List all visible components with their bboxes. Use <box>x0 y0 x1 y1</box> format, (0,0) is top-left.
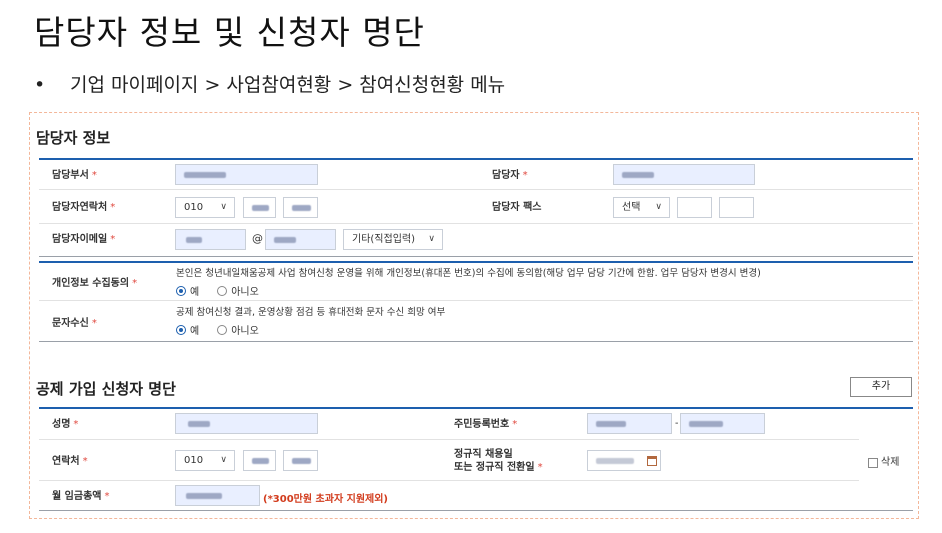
chevron-down-icon: ∨ <box>655 202 662 212</box>
row-divider <box>39 223 913 224</box>
fax-mid-input[interactable] <box>677 197 712 218</box>
sms-text: 공제 참여신청 결과, 운영상황 점검 등 휴대전화 문자 수신 희망 여부 <box>176 307 446 318</box>
applicant-name-input[interactable] <box>175 413 318 434</box>
dept-label: 담당부서 * <box>52 170 97 181</box>
email-domain-input[interactable] <box>265 229 336 250</box>
consent-divider <box>39 261 913 263</box>
bullet-text: • 기업 마이페이지 > 사업참여현황 > 참여신청현황 메뉴 <box>34 70 505 97</box>
privacy-yes-radio[interactable] <box>176 285 186 296</box>
email-id-input[interactable] <box>175 229 246 250</box>
chevron-down-icon: ∨ <box>428 234 435 244</box>
manager-phone-last-input[interactable] <box>283 197 318 218</box>
row-divider <box>39 439 859 440</box>
privacy-consent-label: 개인정보 수집동의 * <box>52 278 138 289</box>
manager-name-input[interactable] <box>613 164 755 185</box>
rrn-front-input[interactable] <box>587 413 672 434</box>
manager-email-label: 담당자이메일 * <box>52 234 116 245</box>
manager-phone-label: 담당자연락처 * <box>52 202 116 213</box>
applicant-phone-prefix-select[interactable]: 010 ∨ <box>175 450 235 471</box>
hire-date-label: 정규직 채용일 또는 정규직 전환일 * <box>454 449 543 473</box>
calendar-icon[interactable] <box>647 456 657 466</box>
privacy-yes-label: 예 <box>190 287 200 298</box>
email-domain-select[interactable]: 기타(직접입력) ∨ <box>343 229 443 250</box>
manager-section-divider <box>39 158 913 160</box>
manager-phone-prefix-select[interactable]: 010 ∨ <box>175 197 235 218</box>
bullet-dot: • <box>34 74 46 96</box>
applicant-name-label: 성명 * <box>52 419 79 430</box>
row-divider <box>39 300 913 301</box>
fax-last-input[interactable] <box>719 197 754 218</box>
rrn-dash: - <box>675 418 679 429</box>
sms-yes-label: 예 <box>190 326 200 337</box>
slide-title: 담당자 정보 및 신청자 명단 <box>34 13 425 52</box>
row-divider <box>39 480 859 481</box>
manager-phone-mid-input[interactable] <box>243 197 276 218</box>
delete-label: 삭제 <box>881 457 900 468</box>
salary-input[interactable] <box>175 485 260 506</box>
privacy-consent-options: 예 아니오 <box>176 283 259 298</box>
bullet-label: 기업 마이페이지 > 사업참여현황 > 참여신청현황 메뉴 <box>70 74 506 96</box>
manager-section-title: 담당자 정보 <box>36 129 111 147</box>
chevron-down-icon: ∨ <box>220 455 227 465</box>
sms-no-radio[interactable] <box>217 324 228 335</box>
applicant-phone-label: 연락처 * <box>52 456 88 467</box>
applicant-phone-mid-input[interactable] <box>243 450 276 471</box>
sms-yes-radio[interactable] <box>176 324 186 335</box>
rrn-back-input[interactable] <box>680 413 765 434</box>
privacy-consent-text: 본인은 청년내일채움공제 사업 참여신청 운영을 위해 개인정보(휴대폰 번호)… <box>176 268 761 279</box>
salary-note: (*300만원 초과자 지원제외) <box>263 494 389 505</box>
sms-no-label: 아니오 <box>231 326 259 337</box>
sms-label: 문자수신 * <box>52 318 97 329</box>
privacy-no-label: 아니오 <box>231 287 259 298</box>
row-divider <box>39 256 913 257</box>
email-at-sign: @ <box>252 232 263 245</box>
applicant-section-title: 공제 가입 신청자 명단 <box>36 380 176 398</box>
delete-checkbox[interactable] <box>868 458 878 468</box>
rrn-label: 주민등록번호 * <box>454 419 518 430</box>
add-applicant-button[interactable]: 추가 <box>850 377 912 397</box>
applicant-phone-last-input[interactable] <box>283 450 318 471</box>
chevron-down-icon: ∨ <box>220 202 227 212</box>
sms-options: 예 아니오 <box>176 322 259 337</box>
form-panel: 담당자 정보 담당부서 * 담당자 * 담당자연락처 * 010 ∨ 담당자 팩스 선택… <box>29 112 919 519</box>
applicant-section-divider <box>39 407 913 409</box>
salary-label: 월 임금총액 * <box>52 491 110 502</box>
dept-input[interactable] <box>175 164 318 185</box>
hire-date-input[interactable] <box>587 450 661 471</box>
manager-name-label: 담당자 * <box>492 170 528 181</box>
row-divider <box>39 189 913 190</box>
privacy-no-radio[interactable] <box>217 285 228 296</box>
manager-fax-label: 담당자 팩스 <box>492 202 542 213</box>
row-divider <box>39 510 913 511</box>
fax-prefix-select[interactable]: 선택 ∨ <box>613 197 670 218</box>
row-divider <box>39 341 913 342</box>
